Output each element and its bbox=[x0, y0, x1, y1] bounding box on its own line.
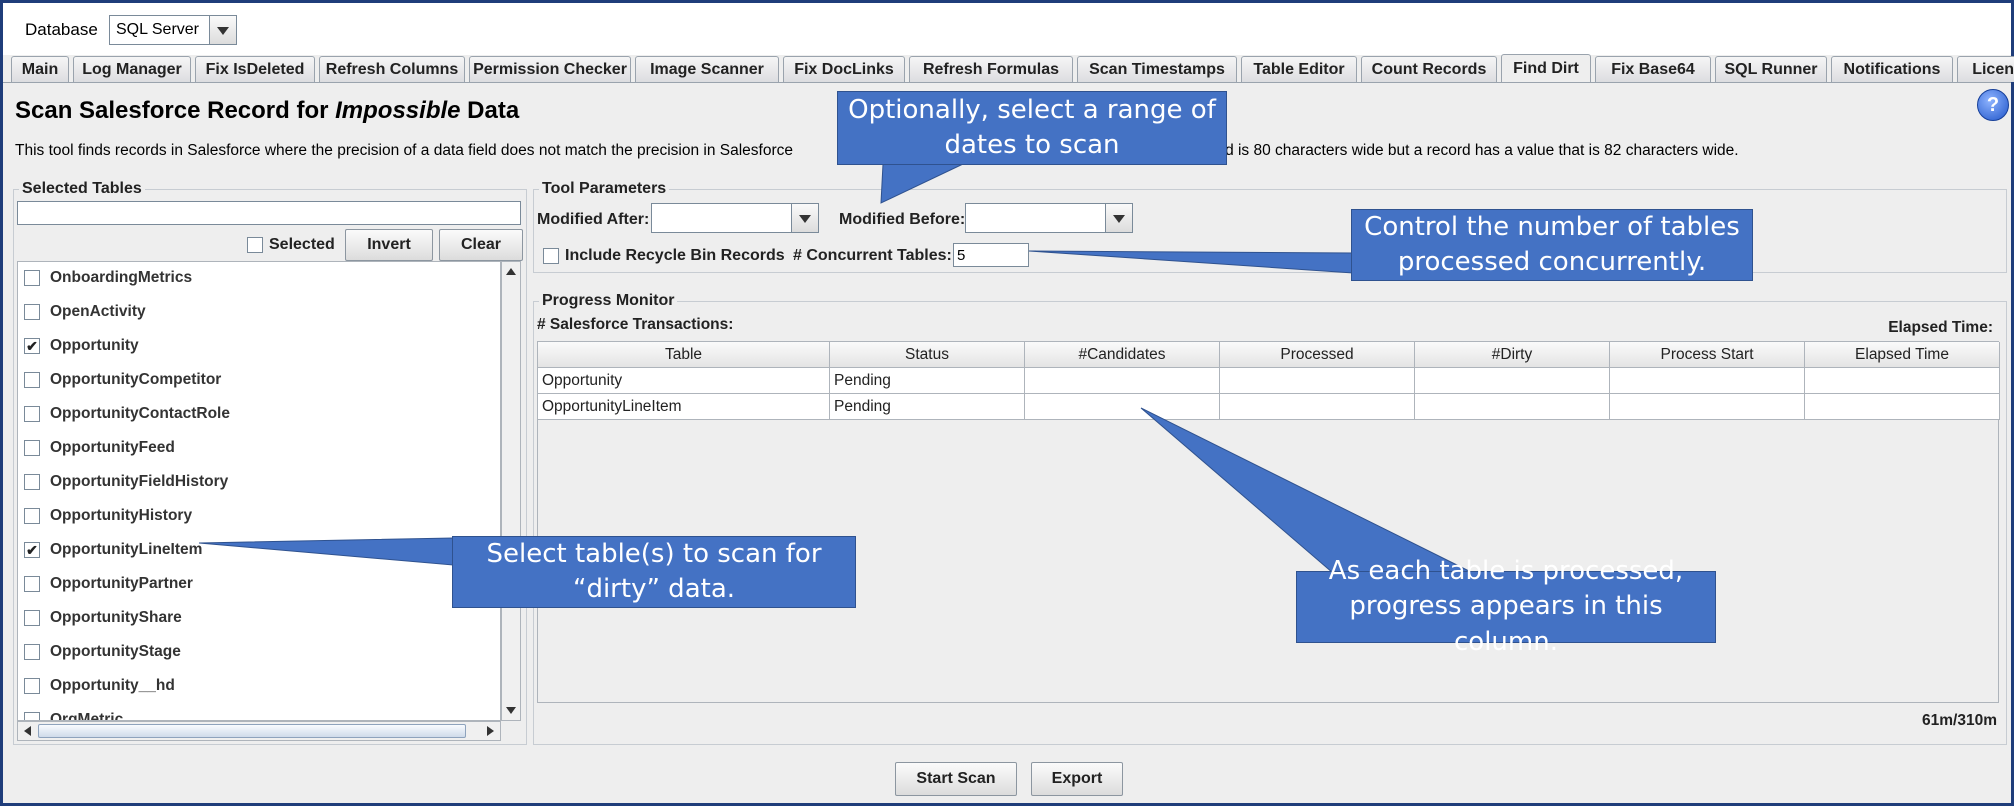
progress-callout: As each table is processed, progress app… bbox=[1296, 556, 1716, 657]
app-window: Database SQL Server Main Log Manager Fix I… bbox=[0, 0, 2014, 806]
concurrent-callout: Control the number of tables processed c… bbox=[1351, 209, 1753, 281]
dates-callout-pointer bbox=[880, 163, 964, 204]
select-callout: Select table(s) to scan for “dirty” data… bbox=[452, 536, 856, 608]
dates-callout: Optionally, select a range of dates to s… bbox=[837, 91, 1227, 165]
progress-callout-pointer bbox=[1140, 407, 1474, 574]
select-callout-pointer bbox=[198, 537, 454, 566]
concurrent-callout-pointer bbox=[1028, 250, 1354, 274]
